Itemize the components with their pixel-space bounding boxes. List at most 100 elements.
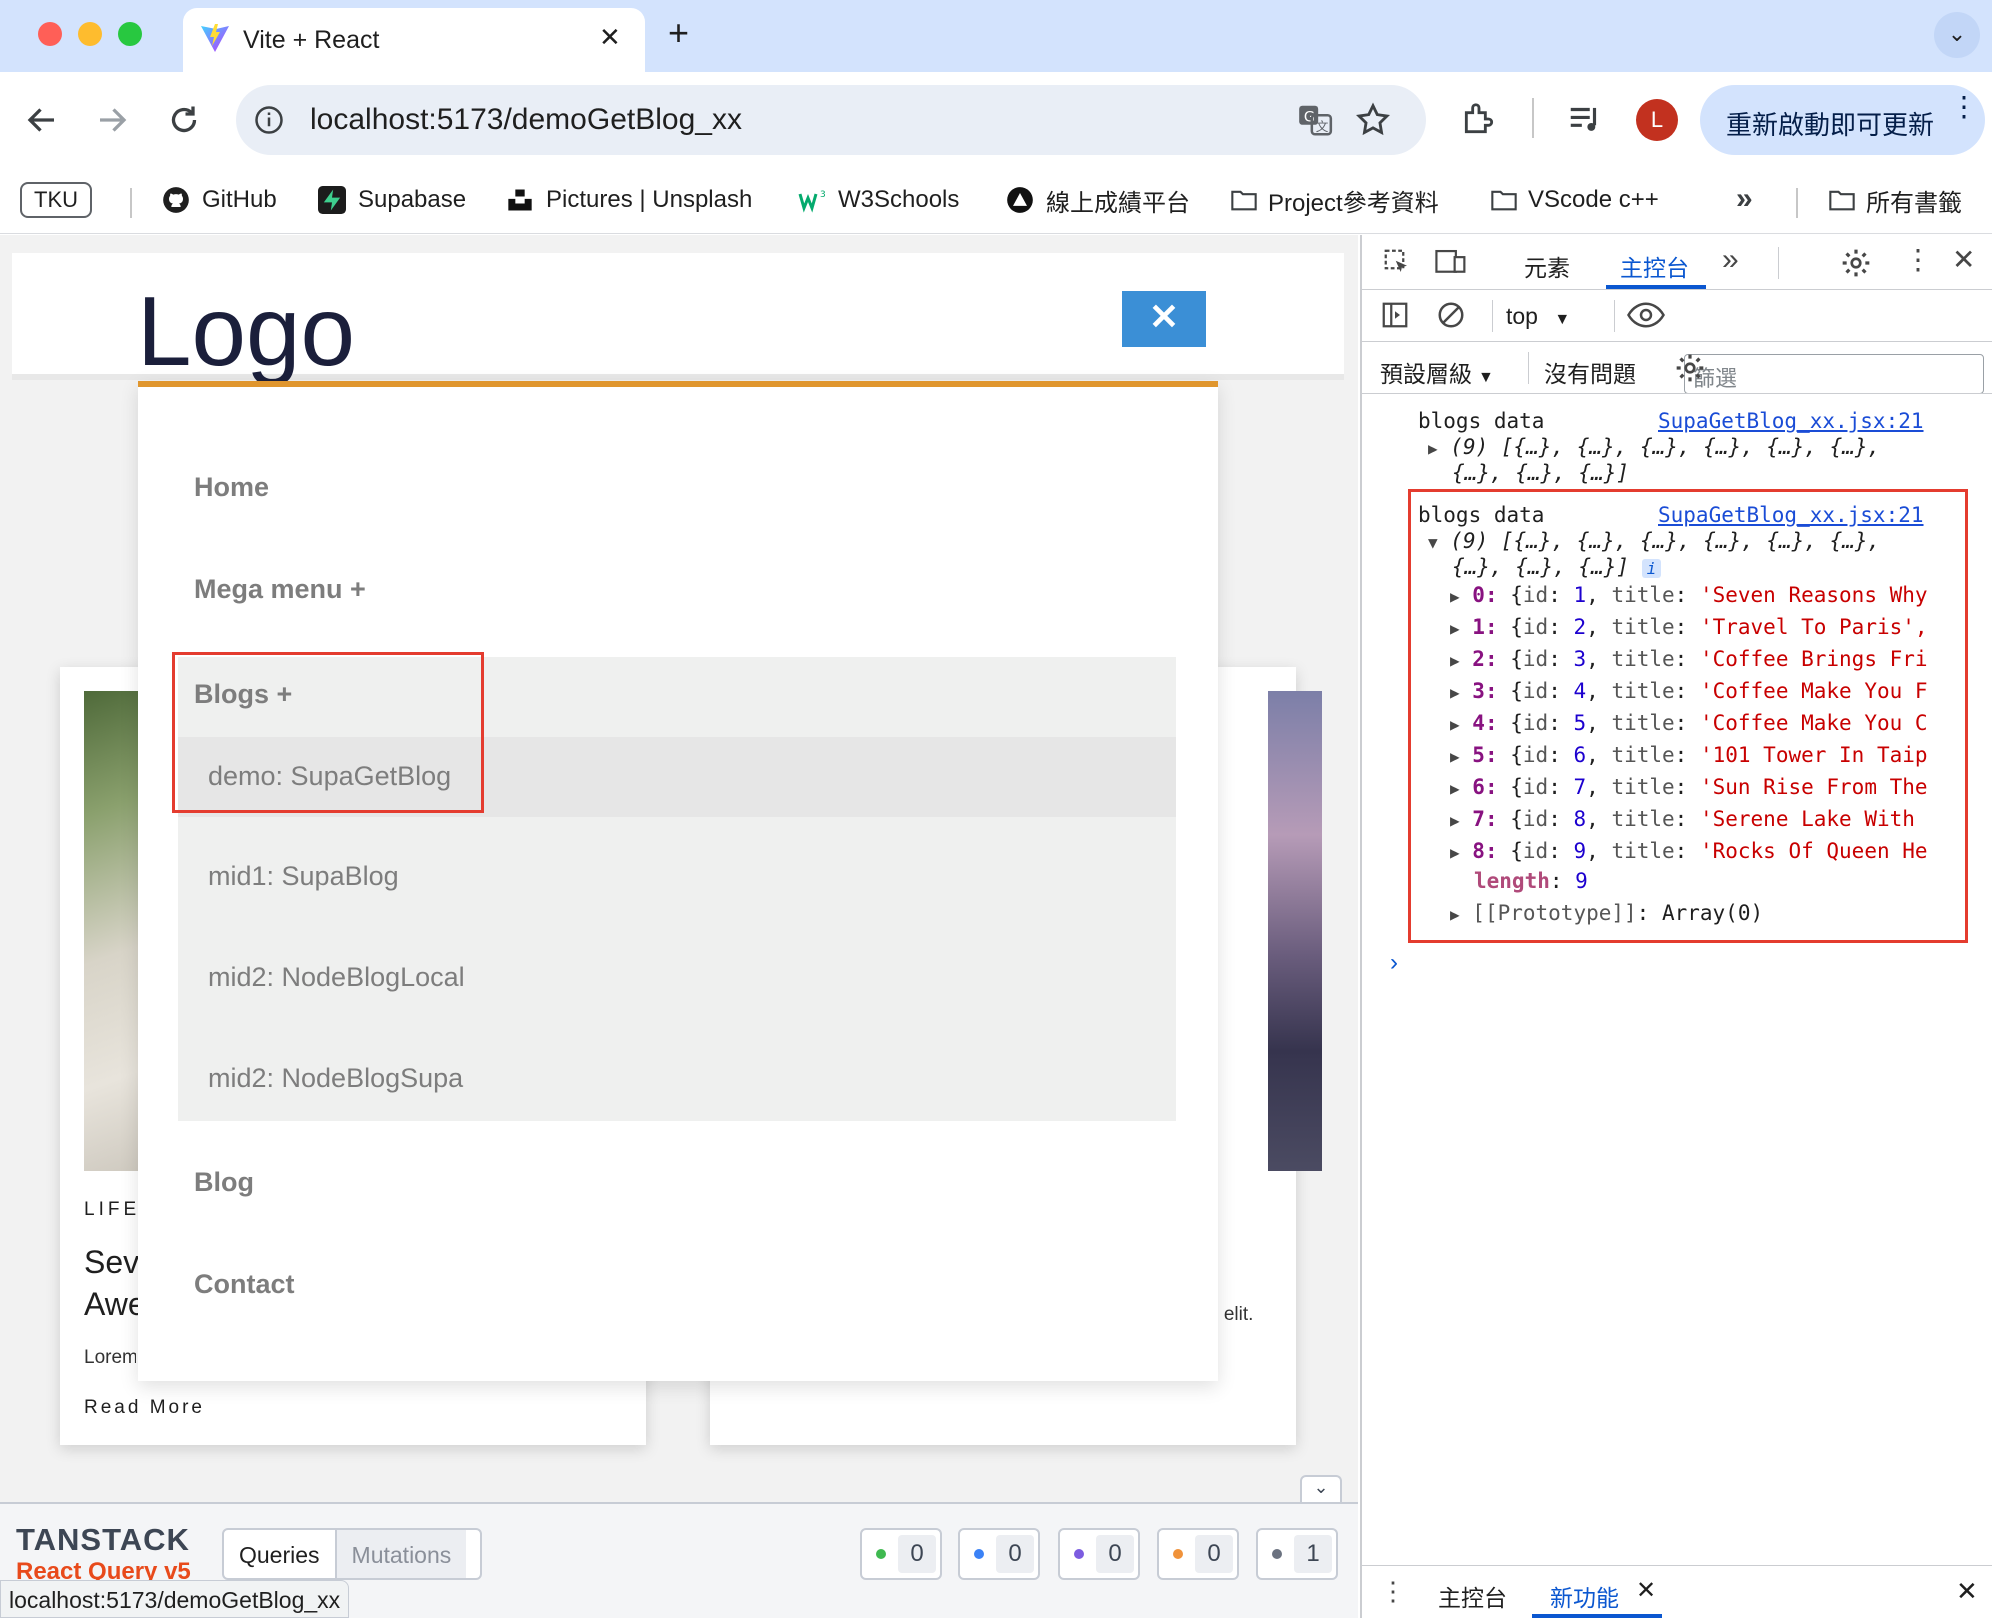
- bookmark-unsplash[interactable]: Pictures | Unsplash: [506, 180, 752, 220]
- menu-kebab-icon[interactable]: ⋮: [1950, 93, 1978, 121]
- console-prompt-icon[interactable]: ›: [1390, 949, 1398, 977]
- extensions-icon[interactable]: [1460, 100, 1498, 138]
- drawer-kebab-icon[interactable]: ⋮: [1380, 1576, 1406, 1607]
- divider: [1614, 300, 1615, 332]
- console-source-link[interactable]: SupaGetBlog_xx.jsx:21: [1658, 409, 1924, 433]
- translate-icon[interactable]: G文: [1296, 101, 1334, 139]
- address-bar[interactable]: localhost:5173/demoGetBlog_xx G文: [236, 85, 1426, 155]
- query-count-fresh[interactable]: 0: [860, 1528, 942, 1580]
- bookmark-grades[interactable]: 線上成績平台: [1006, 180, 1190, 220]
- issues-counter[interactable]: 沒有問題: [1544, 355, 1636, 389]
- back-icon[interactable]: [24, 102, 60, 138]
- console-toolbar: top ▼ 篩選: [1362, 290, 1992, 394]
- bookmark-label: Project參考資料: [1268, 189, 1439, 217]
- relaunch-update-button[interactable]: 重新啟動即可更新 ⋮: [1700, 85, 1985, 155]
- more-bookmarks-icon[interactable]: »: [1736, 182, 1753, 216]
- site-info-icon[interactable]: [254, 105, 284, 135]
- svg-text:G: G: [1304, 110, 1315, 126]
- drawer-tab-whats-new[interactable]: 新功能: [1550, 1579, 1619, 1613]
- tab-console[interactable]: 主控台: [1620, 249, 1689, 283]
- tab-search-button[interactable]: ⌄: [1934, 12, 1980, 58]
- maximize-window-button[interactable]: [118, 22, 142, 46]
- devtools-collapse-button[interactable]: ⌄: [1300, 1475, 1342, 1505]
- update-button-label: 重新啟動即可更新: [1726, 110, 1935, 140]
- forward-icon[interactable]: [94, 102, 130, 138]
- tab-queries[interactable]: Queries: [224, 1530, 335, 1578]
- bookmark-label: TKU: [20, 182, 92, 218]
- menu-item-mega-menu[interactable]: Mega menu +: [194, 574, 366, 605]
- submenu-item-mid2-nodebloglocal[interactable]: mid2: NodeBlogLocal: [208, 962, 465, 993]
- console-settings-gear-icon[interactable]: [1674, 352, 1706, 384]
- status-dot-icon: [876, 1549, 886, 1559]
- count-value: 0: [996, 1535, 1034, 1573]
- bookmark-divider: [130, 188, 132, 218]
- drawer-tab-console[interactable]: 主控台: [1438, 1579, 1507, 1613]
- bookmark-label: W3Schools: [838, 186, 960, 213]
- folder-icon: [1228, 186, 1257, 214]
- bookmark-folder-project[interactable]: Project參考資料: [1228, 180, 1439, 220]
- bookmark-all-bookmarks[interactable]: 所有書籤: [1826, 180, 1962, 220]
- bookmark-label: 所有書籤: [1866, 189, 1962, 217]
- close-tab-icon[interactable]: ✕: [599, 22, 621, 53]
- close-drawer-icon[interactable]: ✕: [1956, 1576, 1978, 1607]
- submenu-item-mid2-nodeblogsupa[interactable]: mid2: NodeBlogSupa: [208, 1063, 463, 1094]
- device-toolbar-icon[interactable]: [1434, 247, 1468, 277]
- bookmark-label: Supabase: [358, 186, 467, 213]
- log-levels-dropdown[interactable]: 預設層級 ▼: [1380, 355, 1494, 389]
- bookmark-w3schools[interactable]: 3 W3Schools: [798, 180, 959, 220]
- query-count-fetching[interactable]: 0: [958, 1528, 1040, 1580]
- read-more-link[interactable]: Read More: [84, 1397, 205, 1419]
- query-count-paused[interactable]: 0: [1058, 1528, 1140, 1580]
- settings-gear-icon[interactable]: [1840, 247, 1872, 279]
- card-image: [1268, 691, 1322, 1171]
- media-controls-icon[interactable]: [1566, 100, 1604, 138]
- highlight-box: [172, 652, 484, 813]
- query-count-inactive[interactable]: 1: [1256, 1528, 1338, 1580]
- menu-item-home[interactable]: Home: [194, 472, 269, 503]
- bookmark-supabase[interactable]: Supabase: [318, 180, 466, 220]
- tab-elements[interactable]: 元素: [1524, 249, 1570, 283]
- tab-strip: Vite + React ✕ + ⌄: [0, 0, 1992, 72]
- clear-console-icon[interactable]: [1436, 300, 1466, 330]
- reload-icon[interactable]: [166, 102, 202, 138]
- divider: [1778, 247, 1779, 279]
- bookmark-star-icon[interactable]: [1354, 101, 1392, 139]
- inspect-element-icon[interactable]: [1382, 247, 1412, 277]
- expand-triangle-icon: ▶: [1428, 439, 1438, 458]
- bookmark-tku[interactable]: TKU: [20, 180, 92, 220]
- live-expression-eye-icon[interactable]: [1626, 300, 1666, 330]
- url-text: localhost:5173/demoGetBlog_xx: [310, 103, 742, 136]
- site-logo[interactable]: Logo: [137, 275, 355, 388]
- more-tabs-icon[interactable]: »: [1722, 243, 1739, 277]
- submenu-item-mid1-supablog[interactable]: mid1: SupaBlog: [208, 861, 399, 892]
- minimize-window-button[interactable]: [78, 22, 102, 46]
- tanstack-tabs: Queries Mutations: [222, 1528, 482, 1580]
- close-window-button[interactable]: [38, 22, 62, 46]
- tab-mutations[interactable]: Mutations: [334, 1530, 467, 1578]
- bookmark-github[interactable]: GitHub: [162, 180, 277, 220]
- dropdown-arrow-icon: ▼: [1478, 369, 1494, 386]
- devtools-kebab-icon[interactable]: ⋮: [1904, 243, 1932, 276]
- menu-item-blog[interactable]: Blog: [194, 1167, 254, 1198]
- context-selector[interactable]: top ▼: [1506, 303, 1570, 330]
- profile-avatar[interactable]: L: [1636, 99, 1678, 141]
- toolbar-divider: [1532, 98, 1534, 138]
- array-preview-cont: {…}, {…}, {…}]: [1452, 461, 1630, 485]
- folder-icon: [1826, 186, 1855, 214]
- bookmark-divider: [1796, 188, 1798, 218]
- menu-close-button[interactable]: ✕: [1122, 291, 1206, 347]
- console-log-array[interactable]: ▶ (9) [{…}, {…}, {…}, {…}, {…}, {…},: [1428, 435, 1880, 459]
- query-count-stale[interactable]: 0: [1157, 1528, 1239, 1580]
- new-tab-button[interactable]: +: [668, 12, 689, 54]
- console-log-label: blogs data: [1418, 409, 1545, 433]
- menu-item-contact[interactable]: Contact: [194, 1269, 295, 1300]
- bookmarks-bar: TKU GitHub Supabase Pictures | Unsplash …: [0, 170, 1992, 234]
- bookmark-label: VScode c++: [1528, 186, 1659, 213]
- page-viewport: Logo LIFE Seven Awe Lorem Read More g el…: [0, 235, 1358, 1618]
- browser-tab[interactable]: Vite + React ✕: [183, 8, 645, 72]
- sidebar-toggle-icon[interactable]: [1380, 300, 1410, 330]
- close-devtools-icon[interactable]: ✕: [1952, 243, 1975, 276]
- card-title[interactable]: Seven Awe: [84, 1241, 140, 1331]
- close-drawer-tab-icon[interactable]: ✕: [1636, 1576, 1656, 1605]
- bookmark-folder-vscode[interactable]: VScode c++: [1488, 180, 1659, 220]
